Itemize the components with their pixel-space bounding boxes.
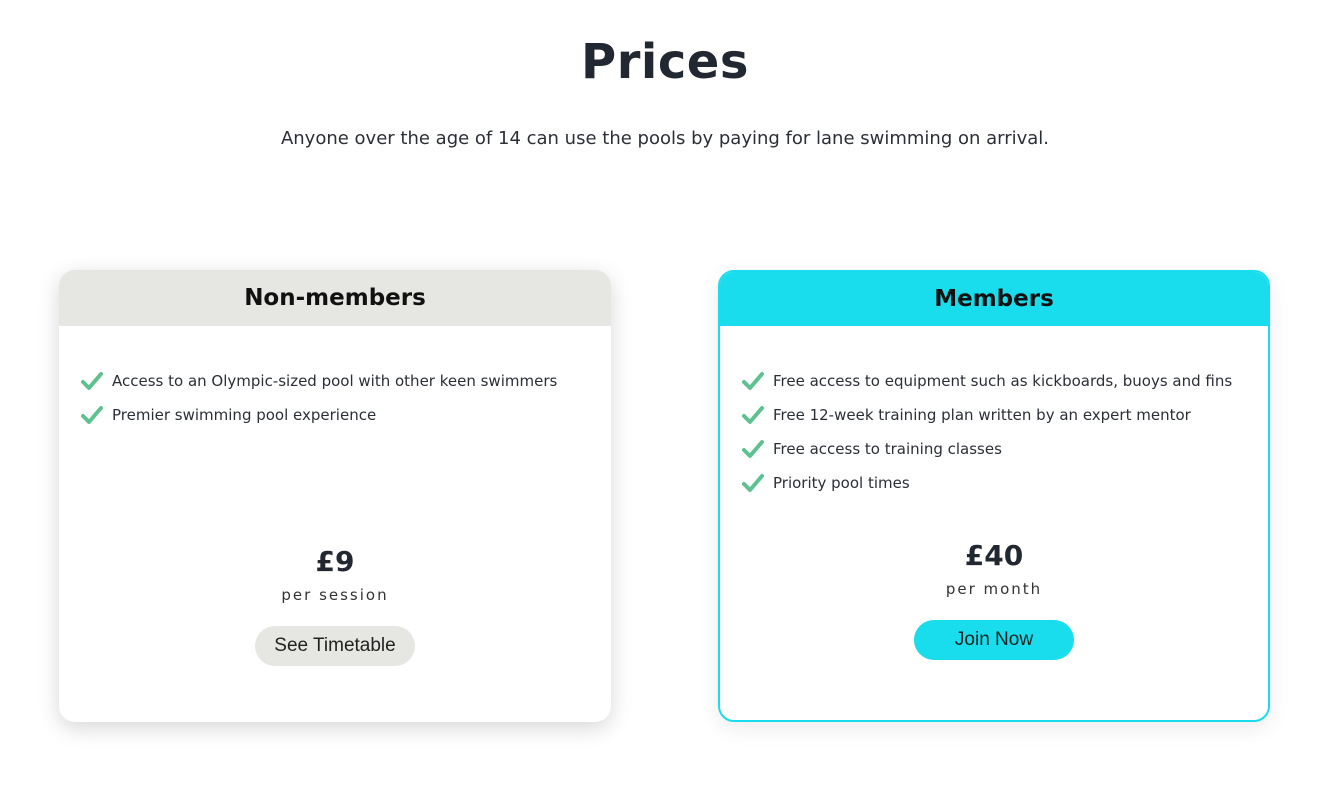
feature-list: Access to an Olympic-sized pool with oth… [59,326,611,432]
feature-item: Free access to equipment such as kickboa… [742,364,1268,398]
feature-item: Free access to training classes [742,432,1268,466]
pricing-card-members: Members Free access to equipment such as… [718,270,1270,722]
price-amount: £9 [315,545,355,578]
feature-list: Free access to equipment such as kickboa… [720,326,1268,500]
feature-item: Free 12-week training plan written by an… [742,398,1268,432]
check-icon [81,372,103,390]
check-icon [742,440,764,458]
price-amount: £40 [964,539,1024,572]
feature-label: Free access to equipment such as kickboa… [773,372,1233,390]
price-block: £40 per month Join Now [720,536,1268,660]
feature-label: Free access to training classes [773,440,1002,458]
feature-label: Priority pool times [773,474,910,492]
feature-label: Premier swimming pool experience [112,406,377,424]
see-timetable-button[interactable]: See Timetable [255,626,415,666]
feature-label: Free 12-week training plan written by an… [773,406,1191,424]
feature-item: Priority pool times [742,466,1268,500]
feature-label: Access to an Olympic-sized pool with oth… [112,372,558,390]
page-title: Prices [581,34,749,90]
join-now-button[interactable]: Join Now [914,620,1074,660]
page-subtitle: Anyone over the age of 14 can use the po… [280,128,1050,149]
check-icon [742,474,764,492]
pricing-section: Prices Anyone over the age of 14 can use… [0,0,1341,804]
pricing-card-non-members: Non-members Access to an Olympic-sized p… [59,270,611,722]
card-title: Non-members [59,270,611,326]
check-icon [81,406,103,424]
price-block: £9 per session See Timetable [59,542,611,666]
check-icon [742,406,764,424]
check-icon [742,372,764,390]
price-period: per month [945,580,1043,598]
card-title: Members [720,272,1268,326]
feature-item: Access to an Olympic-sized pool with oth… [81,364,611,398]
price-period: per session [281,586,389,604]
feature-item: Premier swimming pool experience [81,398,611,432]
